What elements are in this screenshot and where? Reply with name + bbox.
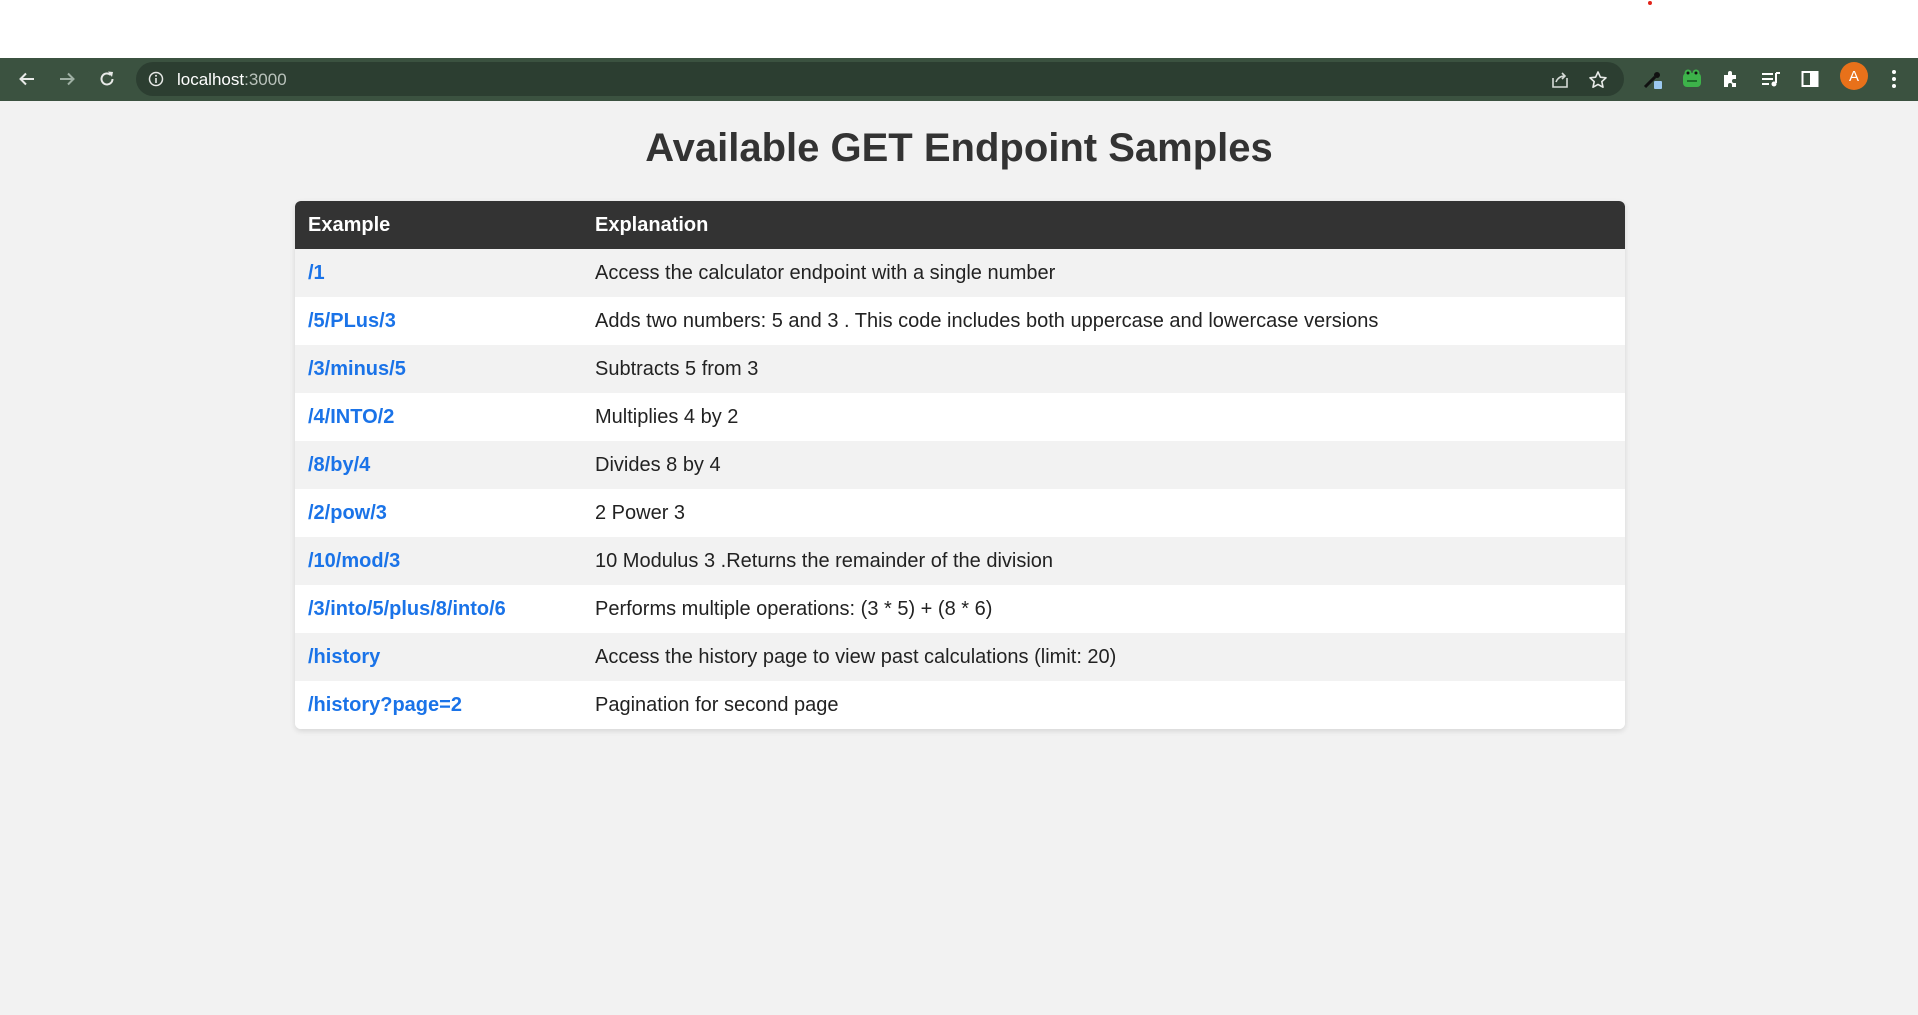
endpoint-link[interactable]: /3/minus/5 [308,358,406,380]
explanation-cell: Performs multiple operations: (3 * 5) + … [595,597,993,620]
url-port: :3000 [244,70,287,89]
explanation-cell: 2 Power 3 [595,501,686,524]
recording-dot [1648,1,1652,5]
explanation-cell: Divides 8 by 4 [595,453,721,476]
example-cell: /3/into/5/plus/8/into/6 [295,585,582,633]
frog-extension-button[interactable] [1677,64,1707,94]
star-icon[interactable] [1588,70,1608,90]
endpoints-table: Example Explanation /1 Access the calcul… [295,201,1625,729]
table-row: /1 Access the calculator endpoint with a… [295,249,1625,297]
explanation-cell: Adds two numbers: 5 and 3 . This code in… [595,309,1379,332]
explanation-cell: Access the history page to view past cal… [595,645,1117,668]
table-row: /10/mod/3 10 Modulus 3 .Returns the rema… [295,537,1625,585]
table-row: /2/pow/3 2 Power 3 [295,489,1625,537]
endpoints-table-card: Example Explanation /1 Access the calcul… [295,201,1625,729]
forward-button[interactable] [52,64,82,94]
window-top-strip [0,0,1918,58]
forward-icon [60,72,75,86]
endpoint-link[interactable]: /5/PLus/3 [308,310,396,332]
example-cell: /history [295,633,582,681]
column-header-example: Example [308,213,391,236]
extensions-button[interactable] [1716,64,1746,94]
table-row: /8/by/4 Divides 8 by 4 [295,441,1625,489]
table-row: /history?page=2 Pagination for second pa… [295,681,1625,729]
side-panel-button[interactable] [1795,64,1825,94]
menu-button[interactable] [1880,64,1908,94]
endpoint-link[interactable]: /4/INTO/2 [308,406,394,428]
endpoint-link[interactable]: /history?page=2 [308,694,462,716]
endpoint-link[interactable]: /10/mod/3 [308,550,400,572]
table-row: /5/PLus/3 Adds two numbers: 5 and 3 . Th… [295,297,1625,345]
info-icon[interactable] [148,71,164,87]
avatar[interactable]: A [1840,62,1868,90]
explanation-cell: Multiplies 4 by 2 [595,405,739,428]
endpoint-link[interactable]: /history [308,646,380,668]
explanation-cell: Subtracts 5 from 3 [595,357,759,380]
endpoint-link[interactable]: /3/into/5/plus/8/into/6 [308,598,506,620]
eyedropper-extension-button[interactable] [1638,64,1668,94]
example-cell: /history?page=2 [295,681,582,729]
reading-list-icon [1762,72,1780,87]
reading-list-button[interactable] [1756,64,1786,94]
reload-icon [100,71,114,86]
url-text[interactable]: localhost:3000 [177,70,287,90]
page-title: Available GET Endpoint Samples [645,126,1273,170]
endpoint-link[interactable]: /2/pow/3 [308,502,387,524]
table-row: /history Access the history page to view… [295,633,1625,681]
example-cell: /1 [295,249,582,297]
url-host: localhost [177,70,245,89]
explanation-cell: 10 Modulus 3 .Returns the remainder of t… [595,549,1054,572]
share-icon[interactable] [1550,71,1570,89]
explanation-cell: Pagination for second page [595,693,839,716]
example-cell: /10/mod/3 [295,537,582,585]
eyedropper-extension-icon [1643,72,1662,89]
endpoint-link[interactable]: /1 [308,262,325,284]
example-cell: /5/PLus/3 [295,297,582,345]
example-cell: /8/by/4 [295,441,582,489]
table-row: /4/INTO/2 Multiplies 4 by 2 [295,393,1625,441]
example-cell: /2/pow/3 [295,489,582,537]
explanation-cell: Access the calculator endpoint with a si… [595,261,1056,284]
puzzle-icon [1724,71,1736,87]
example-cell: /3/minus/5 [295,345,582,393]
side-panel-icon [1801,71,1819,87]
endpoint-link[interactable]: /8/by/4 [308,454,370,476]
address-bar[interactable]: localhost:3000 [136,62,1624,96]
table-row: /3/minus/5 Subtracts 5 from 3 [295,345,1625,393]
back-button[interactable] [12,64,42,94]
table-header-row: Example Explanation [295,201,1625,249]
table-row: /3/into/5/plus/8/into/6 Performs multipl… [295,585,1625,633]
reload-button[interactable] [92,64,122,94]
example-cell: /4/INTO/2 [295,393,582,441]
frog-extension-icon [1683,69,1701,87]
back-icon [19,72,34,86]
menu-icon [1892,70,1896,88]
column-header-explanation: Explanation [595,213,709,236]
